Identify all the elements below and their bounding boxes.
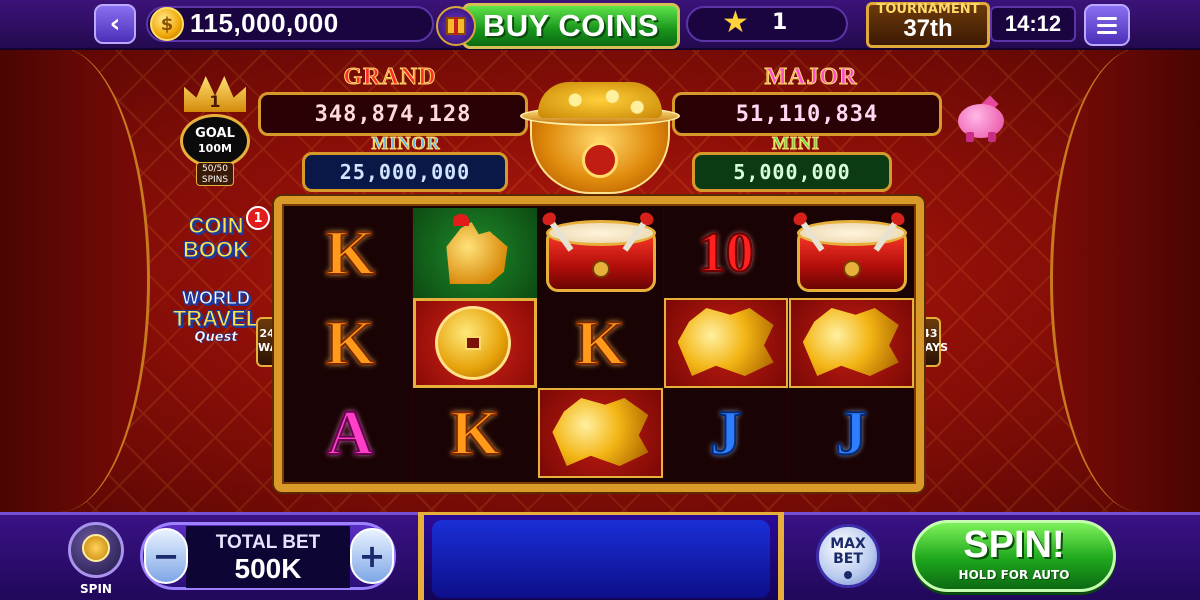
rooster-symbol-icon bbox=[413, 208, 538, 298]
world-travel-line2: TRAVEL bbox=[172, 306, 260, 332]
minor-jackpot-label: MINOR bbox=[371, 133, 441, 154]
coin-book-badge: 1 bbox=[246, 206, 270, 230]
dragon-symbol-icon bbox=[663, 298, 788, 388]
reel-cell bbox=[663, 298, 789, 388]
coin-icon: $ bbox=[150, 7, 184, 41]
reel-cell bbox=[413, 208, 539, 298]
gift-box-shape bbox=[446, 17, 466, 35]
symbol-k: K bbox=[324, 217, 376, 288]
grand-jackpot-label: GRAND bbox=[343, 64, 437, 91]
star-count: 1 bbox=[772, 10, 788, 35]
goal-label: GOAL bbox=[195, 126, 235, 141]
reel-cell: K bbox=[288, 208, 414, 298]
mini-jackpot-label: MINI bbox=[772, 133, 820, 154]
piggy-leg bbox=[988, 132, 996, 142]
spin-hold-hint: HOLD FOR AUTO bbox=[958, 568, 1070, 582]
goal-circle bbox=[180, 114, 250, 168]
coin-balance: 115,000,000 bbox=[190, 8, 339, 38]
dragon-head bbox=[552, 398, 649, 466]
reel-cell: K bbox=[288, 298, 414, 388]
hamburger-menu-icon bbox=[1097, 16, 1117, 20]
dragon-symbol-icon bbox=[538, 388, 663, 478]
world-travel-quest-button[interactable]: WORLD TRAVEL Quest bbox=[166, 278, 266, 350]
reel-cell: A bbox=[288, 388, 414, 478]
menu-button[interactable] bbox=[1084, 4, 1130, 46]
dragon-head bbox=[677, 308, 774, 376]
star-pill bbox=[686, 6, 848, 42]
mini-jackpot-value: 5,000,000 bbox=[692, 152, 892, 192]
drum-symbol-icon bbox=[788, 208, 914, 298]
tournament-timer: 14:12 bbox=[990, 6, 1076, 42]
reel-grid: K 10 K K A K J J bbox=[288, 208, 914, 478]
grand-jackpot-value: 348,874,128 bbox=[258, 92, 528, 136]
reel-cell bbox=[788, 298, 914, 388]
dragon-symbol-icon bbox=[788, 298, 914, 388]
rooster-body bbox=[446, 222, 508, 284]
goal-spins-label: SPINS bbox=[201, 175, 229, 185]
goal-spins: 50/50 SPINS bbox=[196, 162, 234, 186]
major-jackpot-label: MAJOR bbox=[764, 64, 858, 91]
drum-knob bbox=[842, 260, 861, 278]
hamburger-menu-icon-line bbox=[1097, 23, 1117, 27]
reel-cell: J bbox=[664, 388, 789, 478]
drum-symbol-icon bbox=[538, 208, 663, 298]
rooster-comb bbox=[453, 214, 470, 226]
symbol-k: K bbox=[575, 307, 627, 378]
goal-spins-count: 50/50 bbox=[202, 164, 228, 174]
reel-cell: 10 bbox=[664, 208, 789, 298]
piggy-body bbox=[958, 104, 1004, 138]
symbol-j: J bbox=[834, 397, 868, 468]
max-bet-text: MAX BET bbox=[830, 536, 866, 567]
world-travel-line3: Quest bbox=[194, 330, 238, 346]
reel-cell bbox=[538, 388, 664, 478]
gold-pot-icon bbox=[520, 82, 680, 194]
reel-cell bbox=[413, 298, 539, 388]
star-icon: ★ bbox=[722, 5, 749, 40]
hamburger-menu-icon-line bbox=[1097, 30, 1117, 34]
gold-coin-symbol-icon bbox=[413, 298, 538, 388]
total-bet-value: 500K bbox=[234, 553, 302, 584]
symbol-k: K bbox=[324, 307, 376, 378]
reel-cell bbox=[788, 208, 914, 298]
symbol-a: A bbox=[326, 397, 374, 468]
piggy-bank-icon[interactable] bbox=[956, 95, 1010, 142]
gift-icon[interactable] bbox=[436, 6, 476, 46]
decrease-bet-button[interactable]: − bbox=[144, 528, 188, 584]
buy-coins-label: BUY COINS bbox=[482, 8, 660, 43]
dragon-head bbox=[802, 308, 899, 376]
coin-book-line2: BOOK bbox=[183, 237, 250, 262]
pot-emblem bbox=[582, 142, 618, 178]
reel-cell: K bbox=[538, 298, 664, 388]
goal-widget[interactable]: 1 GOAL 100M 50/50 SPINS bbox=[176, 76, 254, 188]
pot-coins bbox=[538, 82, 662, 118]
minor-jackpot-value: 25,000,000 bbox=[302, 152, 508, 192]
max-bet-label: MAX BET bbox=[816, 537, 880, 567]
chevron-left-icon: ‹ bbox=[109, 9, 121, 39]
symbol-k: K bbox=[449, 397, 501, 468]
spin-label: SPIN! bbox=[963, 524, 1065, 566]
back-button[interactable]: ‹ bbox=[94, 4, 136, 44]
symbol-j: J bbox=[709, 397, 743, 468]
coin-hole bbox=[465, 336, 482, 350]
tournament-rank: 37th bbox=[903, 15, 953, 42]
goal-level: 1 bbox=[209, 92, 221, 111]
major-jackpot-value: 51,110,834 bbox=[672, 92, 942, 136]
reel-cell: J bbox=[789, 388, 914, 478]
buy-coins-button[interactable]: BUY COINS bbox=[462, 3, 680, 49]
win-message-display bbox=[432, 520, 770, 598]
coin-symbol: $ bbox=[160, 13, 174, 35]
lock-coin-icon bbox=[82, 534, 110, 562]
total-bet-label: TOTAL BET bbox=[215, 532, 321, 553]
goal-amount: 100M bbox=[198, 142, 232, 155]
max-bet-indicator bbox=[844, 571, 852, 579]
piggy-leg bbox=[966, 132, 974, 142]
reel-cell bbox=[538, 208, 664, 298]
auto-spin-label: SPIN bbox=[80, 582, 112, 596]
symbol-10: 10 bbox=[697, 222, 755, 284]
increase-bet-button[interactable]: + bbox=[350, 528, 394, 584]
reel-cell: K bbox=[413, 388, 539, 478]
